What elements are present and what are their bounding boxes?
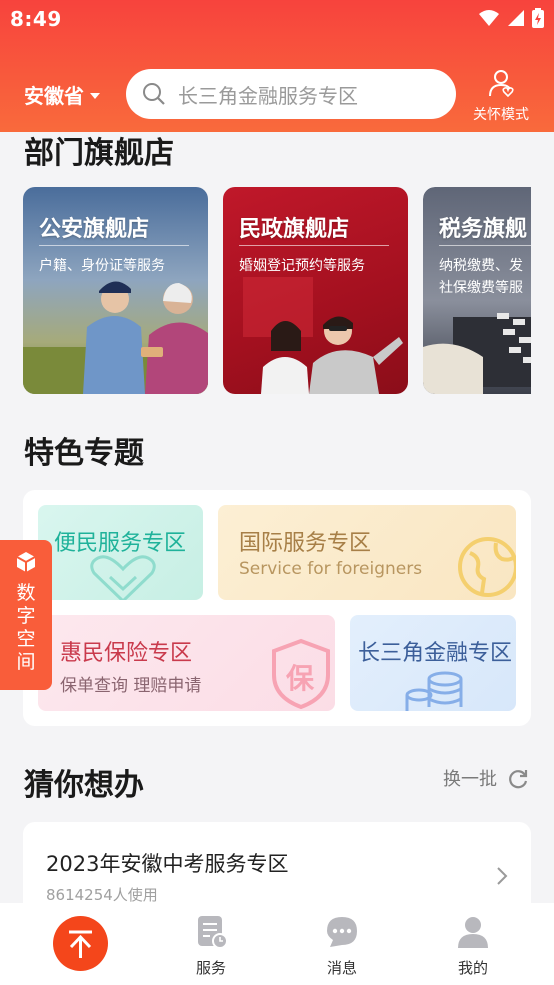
nav-item-services[interactable]: 服务 bbox=[171, 915, 251, 978]
status-bar: 8:49 bbox=[0, 0, 554, 40]
digital-space-label: 数字空间 bbox=[16, 582, 36, 673]
flagship-card-civil[interactable]: 民政旗舰店 婚姻登记预约等服务 bbox=[223, 187, 408, 394]
flagship-subtitle: 纳税缴费、发 社保缴费等服 bbox=[439, 258, 523, 296]
guess-section-title: 猜你想办 bbox=[24, 768, 144, 803]
flagship-title: 税务旗舰 bbox=[439, 217, 528, 242]
status-time: 8:49 bbox=[10, 7, 62, 31]
flagship-subtitle: 户籍、身份证等服务 bbox=[39, 258, 165, 274]
coins-icon bbox=[405, 671, 463, 711]
topic-title: 长三角金融专区 bbox=[358, 641, 513, 666]
divider bbox=[439, 245, 531, 246]
topic-convenience[interactable]: 便民服务专区 bbox=[38, 505, 203, 600]
topic-international[interactable]: 国际服务专区 Service for foreigners bbox=[218, 505, 516, 600]
bottom-nav: 服务 消息 我的 bbox=[0, 903, 554, 985]
header: 8:49 安徽省 长三角金融服务专区 关怀模式 bbox=[0, 0, 554, 132]
topic-finance[interactable]: 长三角金融专区 bbox=[350, 615, 516, 711]
flagship-card-police[interactable]: 公安旗舰店 户籍、身份证等服务 bbox=[23, 187, 208, 394]
refresh-label: 换一批 bbox=[443, 769, 497, 790]
insurance-shield-icon: 保 bbox=[268, 637, 334, 711]
search-icon bbox=[143, 83, 165, 105]
topic-subtitle: 保单查询 理赔申请 bbox=[60, 676, 202, 696]
divider bbox=[239, 245, 389, 246]
list-item-title: 2023年安徽中考服务专区 bbox=[46, 852, 289, 876]
care-mode-button[interactable]: 关怀模式 bbox=[466, 68, 536, 123]
search-row: 安徽省 长三角金融服务专区 关怀模式 bbox=[0, 68, 554, 123]
flagship-card-tax[interactable]: 税务旗舰 纳税缴费、发 社保缴费等服 bbox=[423, 187, 531, 394]
care-mode-label: 关怀模式 bbox=[473, 107, 529, 123]
province-selector[interactable]: 安徽省 bbox=[24, 80, 100, 109]
scroll-content: 部门旗舰店 公安旗舰店 户籍、身份证等服务 民政旗舰店 婚姻登记预约等服务 税务… bbox=[0, 0, 554, 985]
digital-space-tab[interactable]: 数字空间 bbox=[0, 540, 52, 690]
topic-subtitle: Service for foreigners bbox=[239, 559, 423, 579]
flagship-title: 公安旗舰店 bbox=[39, 217, 150, 242]
chat-bubble-icon bbox=[327, 917, 357, 947]
topics-section-title: 特色专题 bbox=[24, 436, 144, 471]
signal-icon bbox=[508, 10, 524, 26]
chevron-right-icon bbox=[497, 867, 508, 885]
topics-panel: 便民服务专区 国际服务专区 Service for foreigners 惠民保… bbox=[23, 490, 531, 726]
search-input[interactable]: 长三角金融服务专区 bbox=[126, 69, 456, 119]
wifi-icon bbox=[479, 10, 499, 26]
arrow-up-icon bbox=[69, 930, 92, 958]
list-item-usage: 8614254人使用 bbox=[46, 886, 158, 904]
search-placeholder: 长三角金融服务专区 bbox=[178, 83, 358, 108]
nav-label: 消息 bbox=[326, 959, 357, 977]
flagship-title: 民政旗舰店 bbox=[239, 217, 350, 242]
topic-title: 国际服务专区 bbox=[239, 531, 372, 556]
care-mode-icon bbox=[489, 70, 514, 98]
home-button[interactable] bbox=[53, 916, 108, 971]
topic-title: 便民服务专区 bbox=[54, 531, 187, 556]
province-label: 安徽省 bbox=[24, 84, 84, 108]
shield-badge-text: 保 bbox=[286, 662, 315, 695]
divider bbox=[39, 245, 189, 246]
person-icon bbox=[458, 917, 488, 948]
topic-insurance[interactable]: 惠民保险专区 保单查询 理赔申请 保 bbox=[38, 615, 335, 711]
battery-icon bbox=[532, 8, 544, 28]
nav-label: 我的 bbox=[457, 959, 488, 977]
topic-title: 惠民保险专区 bbox=[60, 641, 193, 666]
flagship-section-title: 部门旗舰店 bbox=[24, 136, 174, 171]
globe-icon bbox=[458, 537, 516, 597]
nav-label: 服务 bbox=[195, 959, 226, 977]
flagship-subtitle: 婚姻登记预约等服务 bbox=[239, 258, 365, 274]
caret-down-icon bbox=[90, 92, 100, 99]
document-clock-icon bbox=[198, 916, 228, 949]
cube-icon bbox=[16, 552, 36, 572]
flagship-card-tax-clip: 税务旗舰 纳税缴费、发 社保缴费等服 bbox=[423, 187, 531, 394]
system-icons bbox=[478, 8, 544, 28]
nav-item-me[interactable]: 我的 bbox=[433, 915, 513, 978]
nav-item-messages[interactable]: 消息 bbox=[302, 915, 382, 978]
refresh-button[interactable]: 换一批 bbox=[443, 765, 529, 791]
handshake-heart-icon bbox=[90, 555, 156, 600]
list-item[interactable]: 2023年安徽中考服务专区 8614254人使用 bbox=[23, 822, 531, 904]
refresh-icon bbox=[509, 770, 528, 789]
